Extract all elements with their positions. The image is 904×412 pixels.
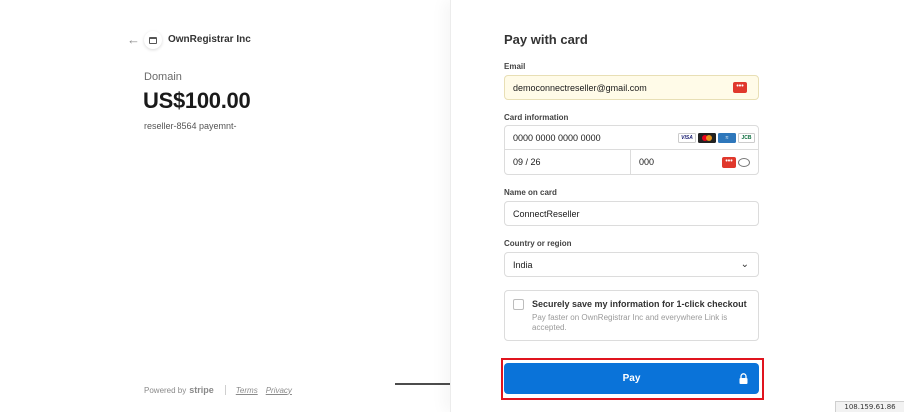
link-icon[interactable]: ••• — [733, 82, 747, 93]
powered-by-text: Powered by — [144, 385, 187, 395]
footer-divider — [224, 385, 226, 395]
card-cvc-field[interactable]: 000 — [639, 157, 654, 167]
save-info-option: Securely save my information for 1-click… — [504, 290, 759, 341]
jcb-icon: JCB — [738, 133, 755, 143]
payment-title: Pay with card — [504, 32, 588, 47]
name-on-card-value: ConnectReseller — [513, 209, 580, 219]
product-label: Domain — [144, 71, 182, 83]
cvc-icon — [738, 158, 750, 167]
product-price: US$100.00 — [143, 88, 251, 113]
privacy-link[interactable]: Privacy — [266, 386, 292, 395]
footer: Powered by stripe Terms Privacy — [144, 385, 300, 395]
card-number-value: 0000 0000 0000 0000 — [513, 133, 601, 143]
card-number-field[interactable]: 0000 0000 0000 0000 VISA ≈ JCB — [505, 126, 758, 150]
name-on-card-label: Name on card — [504, 188, 557, 197]
payment-form-pane: Pay with card Email democonnectreseller@… — [450, 0, 904, 412]
pay-button-label: Pay — [622, 373, 641, 384]
card-row-divider — [630, 150, 631, 175]
merchant-name: OwnRegistrar Inc — [168, 34, 251, 45]
card-info-label: Card information — [504, 113, 569, 122]
email-value: democonnectreseller@gmail.com — [513, 83, 647, 93]
link-icon[interactable]: ••• — [722, 157, 736, 168]
lock-icon — [739, 373, 748, 384]
back-arrow-icon[interactable]: ← — [127, 33, 141, 47]
save-info-title: Securely save my information for 1-click… — [532, 299, 747, 309]
country-label: Country or region — [504, 239, 572, 248]
chevron-down-icon: ⌄ — [740, 259, 749, 270]
country-select[interactable]: India ⌄ — [504, 252, 759, 277]
email-field[interactable]: democonnectreseller@gmail.com ••• — [504, 75, 759, 100]
name-on-card-field[interactable]: ConnectReseller — [504, 201, 759, 226]
product-description: reseller-8564 payemnt- — [144, 121, 237, 131]
card-expiry-field[interactable]: 09 / 26 — [513, 157, 541, 167]
ip-address-badge: 108.159.61.86 — [835, 401, 904, 412]
email-label: Email — [504, 62, 526, 71]
visa-icon: VISA — [678, 133, 696, 143]
mastercard-icon — [698, 133, 716, 143]
terms-link[interactable]: Terms — [236, 386, 258, 395]
save-info-checkbox[interactable] — [513, 299, 524, 310]
store-icon — [144, 31, 162, 49]
country-value: India — [513, 260, 533, 270]
stripe-logo[interactable]: stripe — [189, 385, 214, 395]
amex-icon: ≈ — [718, 133, 736, 143]
save-info-subtitle: Pay faster on OwnRegistrar Inc and every… — [532, 313, 728, 332]
card-expiry-cvc-row: 09 / 26 000 ••• — [505, 150, 758, 175]
order-summary-pane: ← OwnRegistrar Inc Domain US$100.00 rese… — [0, 0, 497, 412]
pay-button[interactable]: Pay — [504, 363, 759, 394]
card-information-group: 0000 0000 0000 0000 VISA ≈ JCB 09 / 26 0… — [504, 125, 759, 175]
